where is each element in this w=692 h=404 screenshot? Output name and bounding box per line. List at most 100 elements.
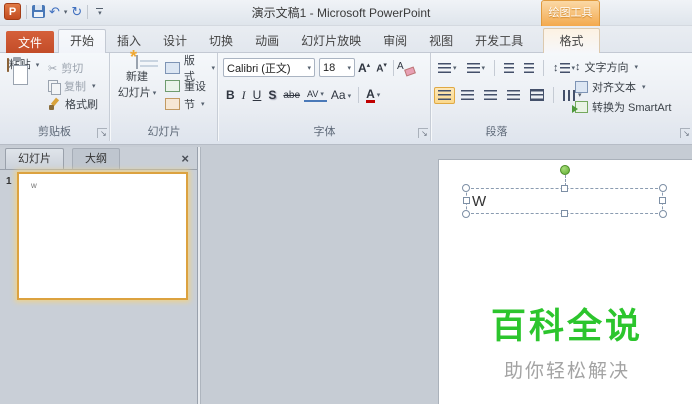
resize-handle-w[interactable]	[463, 197, 470, 204]
clipboard-group-label: 剪贴板	[38, 126, 71, 138]
justify-button[interactable]	[503, 87, 524, 104]
format-painter-button[interactable]: 格式刷	[46, 95, 100, 113]
tab-home[interactable]: 开始	[58, 29, 107, 54]
cut-button[interactable]: ✂ 剪切	[46, 59, 100, 77]
powerpoint-app-icon[interactable]: P	[4, 3, 21, 20]
shrink-font-button[interactable]: A▾	[373, 60, 390, 75]
resize-handle-e[interactable]	[659, 197, 666, 204]
ribbon-tab-row: 文件 开始 插入 设计 切换 动画 幻灯片放映 审阅 视图 开发工具 格式	[0, 26, 692, 56]
decrease-indent-button[interactable]	[500, 60, 518, 77]
textbox-text[interactable]: W	[472, 193, 486, 210]
distribute-button[interactable]	[526, 86, 548, 104]
undo-dropdown-icon[interactable]: ▾	[64, 8, 68, 16]
paragraph-group-label: 段落	[485, 126, 508, 138]
align-left-button[interactable]	[434, 86, 455, 104]
quick-access-toolbar: P ↶ ▾ ↻ ▾	[4, 3, 104, 20]
layout-button[interactable]: 版式	[163, 55, 217, 83]
align-right-icon	[484, 89, 497, 101]
group-paragraph: ↕ ↕ 文字方向 对齐文本	[431, 53, 692, 141]
clipboard-dialog-launcher-icon[interactable]: ↘	[97, 128, 107, 138]
customize-qat-icon[interactable]: ▾	[96, 7, 104, 17]
ribbon: 粘贴 ✂ 剪切 复制 格式刷 剪贴板 ↘	[0, 53, 692, 145]
numbering-button[interactable]	[463, 60, 490, 77]
group-slides: 新建 幻灯片 版式 重设 节 幻灯片	[111, 53, 218, 141]
character-spacing-button[interactable]: AV	[304, 88, 327, 102]
tab-review[interactable]: 审阅	[372, 30, 418, 54]
numbering-icon	[466, 62, 480, 74]
align-right-button[interactable]	[480, 87, 501, 104]
resize-handle-nw[interactable]	[462, 184, 470, 192]
selected-textbox[interactable]: W	[462, 165, 667, 218]
pane-tab-outline[interactable]: 大纲	[72, 148, 120, 169]
paragraph-dialog-launcher-icon[interactable]: ↘	[680, 128, 690, 138]
tab-slideshow[interactable]: 幻灯片放映	[290, 30, 372, 54]
bullets-button[interactable]	[434, 60, 461, 77]
font-color-button[interactable]: A	[363, 86, 383, 104]
tab-design[interactable]: 设计	[152, 30, 198, 54]
bold-button[interactable]: B	[223, 87, 238, 103]
layout-icon	[165, 62, 180, 74]
undo-icon[interactable]: ↶	[49, 5, 60, 18]
change-case-button[interactable]: Aa	[328, 87, 354, 103]
paste-button[interactable]: 粘贴	[4, 56, 42, 72]
format-painter-icon	[48, 98, 61, 111]
new-slide-icon	[136, 55, 138, 69]
powerpoint-window: P ↶ ▾ ↻ ▾ 演示文稿1 - Microsoft PowerPoint 绘…	[0, 0, 692, 404]
text-direction-button[interactable]: ↕ 文字方向	[575, 57, 671, 77]
strikethrough-button[interactable]: abe	[280, 89, 303, 102]
rotation-handle[interactable]	[559, 165, 570, 175]
resize-handle-s[interactable]	[560, 210, 568, 217]
distribute-icon	[530, 89, 544, 101]
new-slide-button[interactable]: 新建 幻灯片	[113, 55, 161, 100]
align-left-icon	[438, 89, 451, 101]
resize-handle-ne[interactable]	[659, 184, 667, 192]
tab-transitions[interactable]: 切换	[198, 30, 244, 54]
font-name-combo[interactable]: Calibri (正文)	[223, 58, 315, 77]
tab-view[interactable]: 视图	[418, 30, 464, 54]
tab-animations[interactable]: 动画	[244, 30, 290, 54]
italic-button[interactable]: I	[239, 87, 249, 104]
resize-handle-se[interactable]	[659, 210, 667, 218]
watermark-title: 百科全说	[490, 307, 644, 346]
clear-formatting-icon[interactable]: A	[397, 61, 414, 75]
font-group-label: 字体	[313, 126, 336, 138]
reset-button[interactable]: 重设	[163, 77, 217, 95]
save-icon[interactable]	[32, 5, 45, 18]
align-center-button[interactable]	[457, 87, 478, 104]
section-button[interactable]: 节	[163, 95, 217, 113]
window-title: 演示文稿1 - Microsoft PowerPoint	[251, 6, 431, 20]
font-size-combo[interactable]: 18	[319, 58, 355, 77]
align-text-button[interactable]: 对齐文本	[575, 77, 671, 97]
line-spacing-icon: ↕	[553, 62, 559, 74]
slide-number: 1	[6, 176, 12, 187]
pane-tab-row: 幻灯片 大纲 ×	[0, 147, 197, 170]
font-dialog-launcher-icon[interactable]: ↘	[418, 128, 428, 138]
slides-outline-pane: 幻灯片 大纲 × 1 w	[0, 147, 197, 404]
slides-group-label: 幻灯片	[147, 126, 181, 138]
thumbnail-text: w	[31, 181, 37, 190]
slide-thumbnail[interactable]: w	[17, 172, 188, 300]
qat-separator	[26, 4, 27, 19]
text-shadow-button[interactable]: S	[265, 87, 279, 103]
convert-to-smartart-button[interactable]: 转换为 SmartArt	[572, 97, 671, 117]
copy-icon	[48, 79, 61, 95]
pane-tab-slides[interactable]: 幻灯片	[5, 148, 64, 169]
grow-font-button[interactable]: A▴	[355, 60, 373, 76]
resize-handle-n[interactable]	[560, 185, 568, 192]
resize-handle-sw[interactable]	[462, 210, 470, 218]
tab-developer[interactable]: 开发工具	[464, 30, 534, 54]
tab-format-contextual[interactable]: 格式	[543, 28, 600, 53]
titlebar: P ↶ ▾ ↻ ▾ 演示文稿1 - Microsoft PowerPoint 绘…	[0, 0, 692, 26]
slide-editing-area[interactable]: W 百科全说 助你轻松解决	[438, 159, 692, 404]
group-font: Calibri (正文) 18 A▴ A▾ A B I U S abe AV A…	[219, 53, 431, 141]
underline-button[interactable]: U	[250, 87, 265, 103]
increase-indent-icon	[524, 62, 535, 74]
increase-indent-button[interactable]	[520, 60, 538, 77]
workspace: 幻灯片 大纲 × 1 w W 百科全说 助你轻松解决	[0, 147, 692, 404]
redo-icon[interactable]: ↻	[71, 5, 82, 18]
paste-icon	[6, 58, 9, 72]
align-text-icon	[575, 81, 588, 93]
close-pane-icon[interactable]: ×	[181, 151, 189, 166]
copy-button[interactable]: 复制	[46, 77, 100, 95]
slide-canvas: W 百科全说 助你轻松解决	[201, 147, 692, 404]
